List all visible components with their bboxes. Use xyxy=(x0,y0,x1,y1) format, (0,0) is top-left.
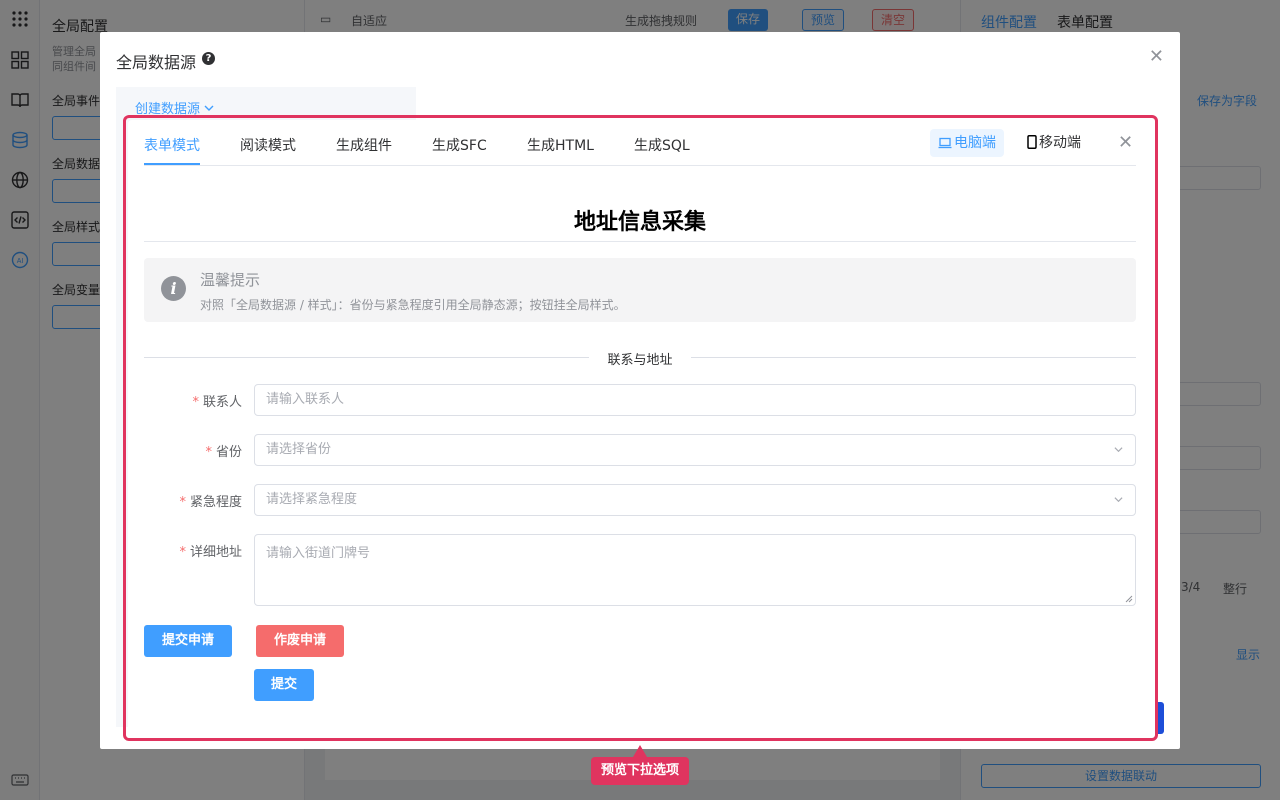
device-pc-button[interactable]: 电脑端 xyxy=(930,129,1004,157)
annotation-tag: 预览下拉选项 xyxy=(591,757,689,785)
alert-title: 温馨提示 xyxy=(200,271,261,289)
tab-form-mode[interactable]: 表单模式 xyxy=(144,135,200,155)
form-preview-dialog: 表单模式 阅读模式 生成组件 生成SFC 生成HTML 生成SQL 电脑端 移动… xyxy=(128,120,1153,736)
tab-read-mode[interactable]: 阅读模式 xyxy=(240,135,296,155)
tab-generate-component[interactable]: 生成组件 xyxy=(336,135,392,155)
province-select[interactable]: 请选择省份 xyxy=(254,434,1136,466)
section-divider xyxy=(691,357,1136,358)
submit-button[interactable]: 提交 xyxy=(254,669,314,701)
form-title: 地址信息采集 xyxy=(573,210,706,235)
close-icon[interactable]: ✕ xyxy=(1118,132,1133,153)
chevron-down-icon xyxy=(1114,497,1123,503)
chevron-down-icon xyxy=(204,105,214,111)
hidden-confirm-button-edge xyxy=(1158,702,1164,734)
close-icon[interactable]: ✕ xyxy=(1149,46,1164,67)
annotation-arrow xyxy=(633,745,647,757)
province-label: * 省份 xyxy=(205,445,242,460)
section-divider-text: 联系与地址 xyxy=(589,349,691,368)
mobile-icon xyxy=(1027,135,1037,149)
void-application-button[interactable]: 作废申请 xyxy=(256,625,344,657)
urgency-label: * 紧急程度 xyxy=(179,495,242,510)
submit-application-button[interactable]: 提交申请 xyxy=(144,625,232,657)
chevron-down-icon xyxy=(1114,447,1123,453)
address-label: * 详细地址 xyxy=(179,545,242,560)
urgency-select[interactable]: 请选择紧急程度 xyxy=(254,484,1136,516)
info-icon: i xyxy=(161,276,186,301)
question-circle-icon[interactable]: ? xyxy=(202,52,215,65)
alert-description: 对照「全局数据源 / 样式」：省份与紧急程度引用全局静态源；按钮挂全局样式。 xyxy=(200,298,626,312)
tab-generate-sql[interactable]: 生成SQL xyxy=(634,135,690,155)
section-divider xyxy=(144,357,589,358)
laptop-icon xyxy=(938,137,952,149)
device-mobile-button[interactable]: 移动端 xyxy=(1019,129,1089,157)
contact-input[interactable]: 请输入联系人 xyxy=(254,384,1136,416)
resize-grip-icon[interactable] xyxy=(1125,595,1133,603)
tab-generate-html[interactable]: 生成HTML xyxy=(527,135,594,155)
preview-tabs: 表单模式 阅读模式 生成组件 生成SFC 生成HTML 生成SQL 电脑端 移动… xyxy=(144,120,1136,166)
active-tab-indicator xyxy=(144,163,200,165)
info-alert: i 温馨提示 对照「全局数据源 / 样式」：省份与紧急程度引用全局静态源；按钮挂… xyxy=(144,258,1136,322)
address-textarea[interactable]: 请输入街道门牌号 xyxy=(254,534,1136,606)
contact-label: * 联系人 xyxy=(192,395,242,410)
title-divider xyxy=(144,241,1136,242)
dialog-title: 全局数据源 xyxy=(116,53,197,72)
tab-generate-sfc[interactable]: 生成SFC xyxy=(432,135,487,155)
